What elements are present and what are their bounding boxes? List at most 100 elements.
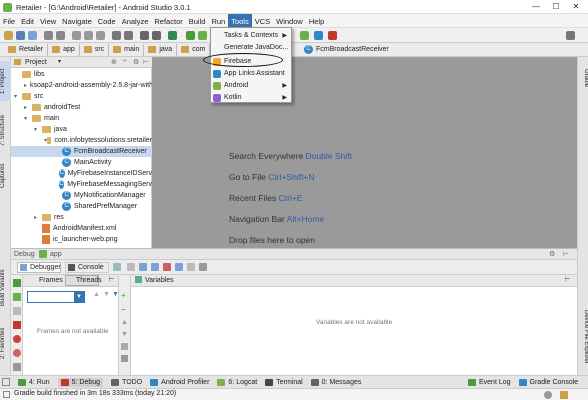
maximize-button[interactable]: ☐	[546, 2, 566, 12]
collapsed-arrow-icon[interactable]: ▸	[24, 82, 27, 89]
threads-tab[interactable]: Threads	[65, 275, 102, 286]
tree-item[interactable]: ▸ androidTest	[11, 102, 152, 113]
mute-breakpoints-icon[interactable]	[13, 349, 21, 357]
menu-tools[interactable]: Tools	[228, 14, 252, 27]
menu-window[interactable]: Window	[273, 14, 306, 27]
lock-icon[interactable]	[560, 391, 568, 399]
arrow-down-icon[interactable]: ▼	[103, 291, 110, 298]
expanded-arrow-icon[interactable]: ▾	[24, 115, 32, 122]
copy-icon[interactable]	[84, 31, 93, 40]
tree-item[interactable]: ▾ java	[11, 124, 152, 135]
remove-watch-icon[interactable]: −	[121, 305, 126, 314]
project-view-selector[interactable]: Project	[25, 59, 47, 66]
tab-build-variants[interactable]: Build Variants	[0, 263, 11, 313]
sync-scroll-icon[interactable]: ⊕	[111, 58, 117, 66]
rerun-icon[interactable]	[13, 279, 21, 287]
expanded-arrow-icon[interactable]: ▾	[34, 126, 42, 133]
tab-structure[interactable]: 7: Structure	[0, 107, 11, 153]
menu-code[interactable]: Code	[95, 14, 119, 27]
menu-refactor[interactable]: Refactor	[151, 14, 185, 27]
toggle-tool-windows-icon[interactable]	[2, 378, 10, 386]
tool-button-todo[interactable]: TODO	[111, 379, 142, 386]
get-thread-dump-icon[interactable]	[13, 363, 21, 371]
tree-item[interactable]: ic_launcher-web.png	[11, 234, 152, 245]
tab-gradle[interactable]: Gradle	[578, 61, 588, 95]
inspector-icon[interactable]	[544, 391, 552, 399]
tree-item[interactable]: ▾ com.infobytessolutions.sretailer	[11, 135, 152, 146]
run-config-icon[interactable]	[198, 31, 207, 40]
menu-item-generate-javadoc[interactable]: Generate JavaDoc...	[211, 42, 291, 53]
collapsed-arrow-icon[interactable]: ▸	[34, 214, 42, 221]
undo-icon[interactable]	[44, 31, 53, 40]
tree-item[interactable]: C MyFirebaseMessagingServ	[11, 179, 152, 190]
menu-item-tasks-contexts[interactable]: Tasks & Contexts ▶	[211, 30, 291, 41]
breadcrumb-current-file[interactable]: C FcmBroadcastReceiver	[304, 45, 389, 54]
breadcrumb-com[interactable]: com	[177, 43, 211, 56]
new-watch-icon[interactable]: +	[121, 291, 126, 300]
tab-captures[interactable]: Captures	[0, 159, 11, 193]
layout-icon[interactable]	[113, 263, 121, 271]
view-breakpoints-icon[interactable]	[13, 335, 21, 343]
paste-icon[interactable]	[96, 31, 105, 40]
copy-icon[interactable]	[121, 343, 128, 350]
replace-icon[interactable]	[124, 31, 133, 40]
step-into-icon[interactable]	[151, 263, 159, 271]
hide-panel-icon[interactable]: ⊢	[563, 250, 569, 258]
tab-project[interactable]: 1: Project	[0, 61, 11, 101]
tool-button-run[interactable]: 4: Run	[18, 379, 50, 386]
tree-item[interactable]: libs	[11, 69, 152, 80]
chevron-down-icon[interactable]: ▾	[58, 58, 61, 65]
back-icon[interactable]	[140, 31, 149, 40]
save-icon[interactable]	[16, 31, 25, 40]
menu-navigate[interactable]: Navigate	[59, 14, 95, 27]
forward-icon[interactable]	[152, 31, 161, 40]
show-execution-point-icon[interactable]	[127, 263, 135, 271]
tree-item[interactable]: C SharedPrefManager	[11, 201, 152, 212]
infinity-icon[interactable]	[121, 355, 128, 362]
collapsed-arrow-icon[interactable]: ▸	[24, 104, 32, 111]
menu-analyze[interactable]: Analyze	[119, 14, 152, 27]
tree-item[interactable]: C FcmBroadcastReceiver	[11, 146, 152, 157]
resume-icon[interactable]	[13, 293, 21, 301]
sync-icon[interactable]	[28, 31, 37, 40]
collapse-all-icon[interactable]: ÷	[123, 58, 127, 65]
tree-item[interactable]: C MyNotificationManager	[11, 190, 152, 201]
close-icon[interactable]: ⊢	[109, 276, 114, 283]
menu-build[interactable]: Build	[186, 14, 209, 27]
close-icon[interactable]: ⊢	[565, 276, 570, 283]
menu-file[interactable]: File	[0, 14, 18, 27]
stop-icon[interactable]	[13, 321, 21, 329]
open-folder-icon[interactable]	[4, 31, 13, 40]
step-over-icon[interactable]	[139, 263, 147, 271]
menu-view[interactable]: View	[37, 14, 59, 27]
redo-icon[interactable]	[56, 31, 65, 40]
menu-item-android[interactable]: Android ▶	[211, 80, 291, 91]
make-project-icon[interactable]	[168, 31, 177, 40]
search-everywhere-icon[interactable]	[566, 31, 575, 40]
tree-item[interactable]: ▾ main	[11, 113, 152, 124]
find-icon[interactable]	[112, 31, 121, 40]
frames-tab[interactable]: Frames	[39, 277, 63, 284]
settings-gear-icon[interactable]: ⚙	[133, 58, 139, 66]
tree-item[interactable]: ▾ src	[11, 91, 152, 102]
avd-manager-icon[interactable]	[300, 31, 309, 40]
pause-icon[interactable]	[13, 307, 21, 315]
menu-run[interactable]: Run	[208, 14, 228, 27]
tree-item[interactable]: C MyFirebaseInstanceIDServ	[11, 168, 152, 179]
menu-item-app-links-assistant[interactable]: App Links Assistant	[211, 68, 291, 79]
tool-button-debug[interactable]: 5: Debug	[57, 378, 104, 387]
tool-button-gradle-console[interactable]: Gradle Console	[518, 379, 578, 386]
breadcrumb-main[interactable]: main	[109, 43, 145, 56]
breadcrumb-src[interactable]: src	[80, 43, 110, 56]
build-hammer-icon[interactable]	[186, 31, 195, 40]
menu-item-kotlin[interactable]: Kotlin ▶	[211, 92, 291, 103]
tab-device-file-explorer[interactable]: Device File Explorer	[578, 301, 588, 373]
tree-item[interactable]: ▸ res	[11, 212, 152, 223]
menu-vcs[interactable]: VCS	[252, 14, 273, 27]
move-down-icon[interactable]: ▼	[121, 331, 128, 338]
stop-icon[interactable]	[328, 31, 337, 40]
breadcrumb-app[interactable]: app	[48, 43, 80, 56]
tool-button-logcat[interactable]: 6: Logcat	[217, 379, 257, 386]
tool-button-terminal[interactable]: Terminal	[265, 379, 303, 386]
hide-panel-icon[interactable]: ⊢	[143, 58, 149, 66]
